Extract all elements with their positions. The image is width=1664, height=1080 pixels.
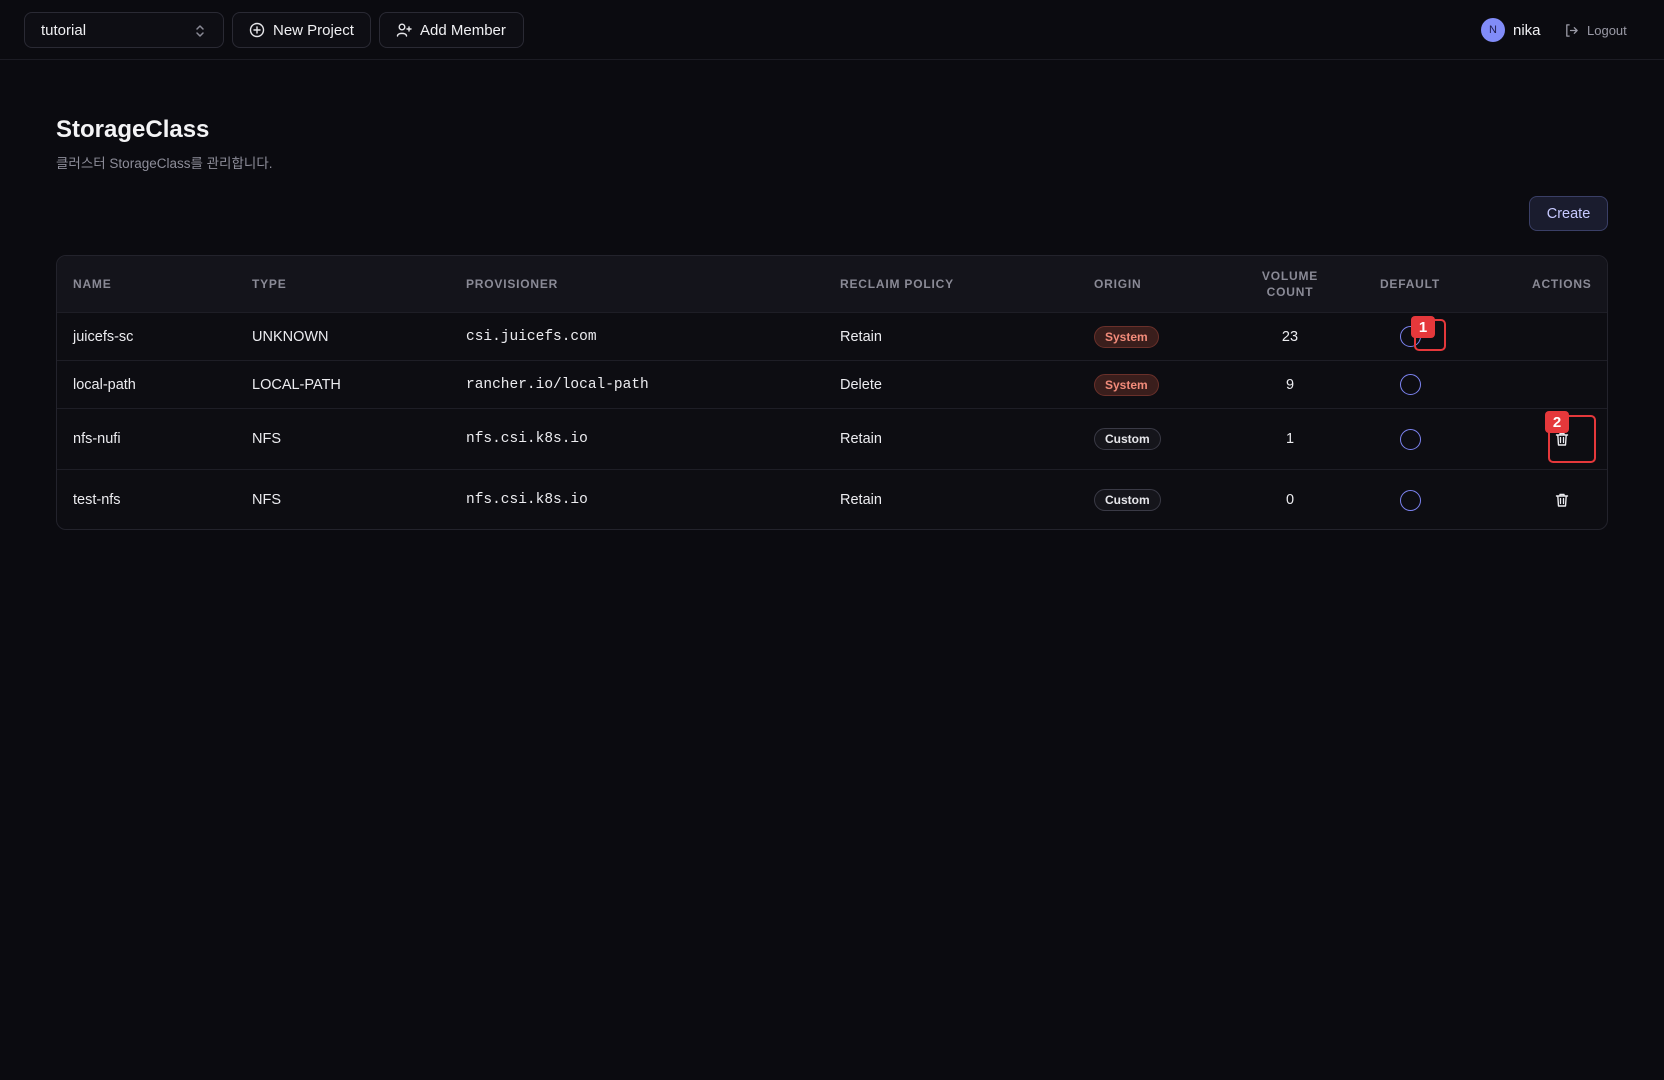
cell-provisioner: nfs.csi.k8s.io: [466, 492, 588, 508]
header-volume-count-line2: COUNT: [1266, 285, 1314, 299]
project-select[interactable]: tutorial: [24, 12, 224, 48]
cell-volume-count: 0: [1285, 492, 1295, 508]
cell-actions: [1532, 470, 1592, 529]
cell-name: juicefs-sc: [73, 328, 134, 345]
cell-volume-count: 23: [1281, 328, 1299, 345]
cell-volume-count: 9: [1285, 376, 1295, 393]
cell-reclaim-policy: Delete: [840, 376, 882, 393]
cell-provisioner: csi.juicefs.com: [466, 328, 597, 345]
chevron-updown-icon: [196, 25, 204, 37]
cell-reclaim-policy: Retain: [840, 492, 882, 508]
table-row: test-nfs NFS nfs.csi.k8s.io Retain Custo…: [57, 469, 1607, 529]
trash-icon[interactable]: [1554, 492, 1570, 508]
project-select-value: tutorial: [41, 21, 87, 39]
cell-default: [1370, 409, 1450, 469]
cell-default: [1370, 470, 1450, 529]
header-default: DEFAULT: [1379, 277, 1441, 291]
logout-label: Logout: [1587, 22, 1627, 38]
cell-reclaim-policy: Retain: [840, 328, 882, 345]
cell-name: test-nfs: [73, 492, 121, 508]
create-button[interactable]: Create: [1529, 196, 1608, 231]
add-member-button[interactable]: Add Member: [379, 12, 524, 48]
header-name: NAME: [73, 277, 112, 291]
logout-icon: [1566, 23, 1578, 37]
new-project-label: New Project: [273, 21, 354, 39]
cell-origin: System: [1094, 313, 1159, 360]
header-volume-count: VOLUME COUNT: [1240, 256, 1340, 312]
header-origin: ORIGIN: [1094, 277, 1142, 291]
header-actions: ACTIONS: [1532, 277, 1592, 291]
annotation-label-1: 1: [1411, 316, 1435, 338]
header-provisioner: PROVISIONER: [466, 277, 559, 291]
cell-type: LOCAL-PATH: [252, 376, 341, 393]
cell-volume-count: 1: [1285, 431, 1295, 447]
table-row: nfs-nufi NFS nfs.csi.k8s.io Retain Custo…: [57, 408, 1607, 469]
user-plus-icon: [396, 23, 412, 37]
cell-type: UNKNOWN: [252, 328, 329, 345]
storageclass-table: NAME TYPE PROVISIONER RECLAIM POLICY ORI…: [56, 255, 1608, 530]
cell-origin: System: [1094, 361, 1159, 408]
plus-circle-icon: [249, 22, 265, 38]
cell-name: nfs-nufi: [73, 431, 121, 447]
page-subtitle: 클러스터 StorageClass를 관리합니다.: [56, 156, 273, 171]
header-type: TYPE: [252, 277, 287, 291]
user-name: nika: [1513, 21, 1541, 39]
origin-badge: System: [1094, 325, 1159, 348]
table-header: NAME TYPE PROVISIONER RECLAIM POLICY ORI…: [57, 256, 1607, 312]
cell-name: local-path: [73, 376, 136, 393]
origin-badge: System: [1094, 373, 1159, 396]
header-reclaim-policy: RECLAIM POLICY: [840, 277, 954, 291]
top-bar: tutorial New Project Add Member N nika L…: [0, 0, 1664, 60]
cell-origin: Custom: [1094, 409, 1161, 469]
cell-type: NFS: [252, 492, 281, 508]
table-row: juicefs-sc UNKNOWN csi.juicefs.com Retai…: [57, 312, 1607, 360]
default-radio[interactable]: [1399, 374, 1421, 395]
origin-badge: Custom: [1094, 489, 1161, 511]
origin-badge: Custom: [1094, 428, 1161, 450]
table-row: local-path LOCAL-PATH rancher.io/local-p…: [57, 360, 1607, 408]
page-title: StorageClass: [56, 116, 210, 143]
header-volume-count-line1: VOLUME: [1261, 269, 1319, 283]
cell-type: NFS: [252, 431, 281, 447]
default-radio[interactable]: [1399, 428, 1421, 450]
new-project-button[interactable]: New Project: [232, 12, 371, 48]
cell-reclaim-policy: Retain: [840, 431, 882, 447]
add-member-label: Add Member: [420, 21, 506, 39]
annotation-label-2: 2: [1545, 411, 1569, 433]
cell-origin: Custom: [1094, 470, 1161, 529]
cell-default: [1370, 361, 1450, 408]
default-radio[interactable]: [1399, 489, 1421, 511]
user-menu[interactable]: N nika: [1481, 18, 1541, 42]
cell-provisioner: rancher.io/local-path: [466, 376, 649, 393]
avatar: N: [1481, 18, 1505, 42]
cell-provisioner: nfs.csi.k8s.io: [466, 431, 588, 447]
logout-button[interactable]: Logout: [1564, 20, 1627, 40]
